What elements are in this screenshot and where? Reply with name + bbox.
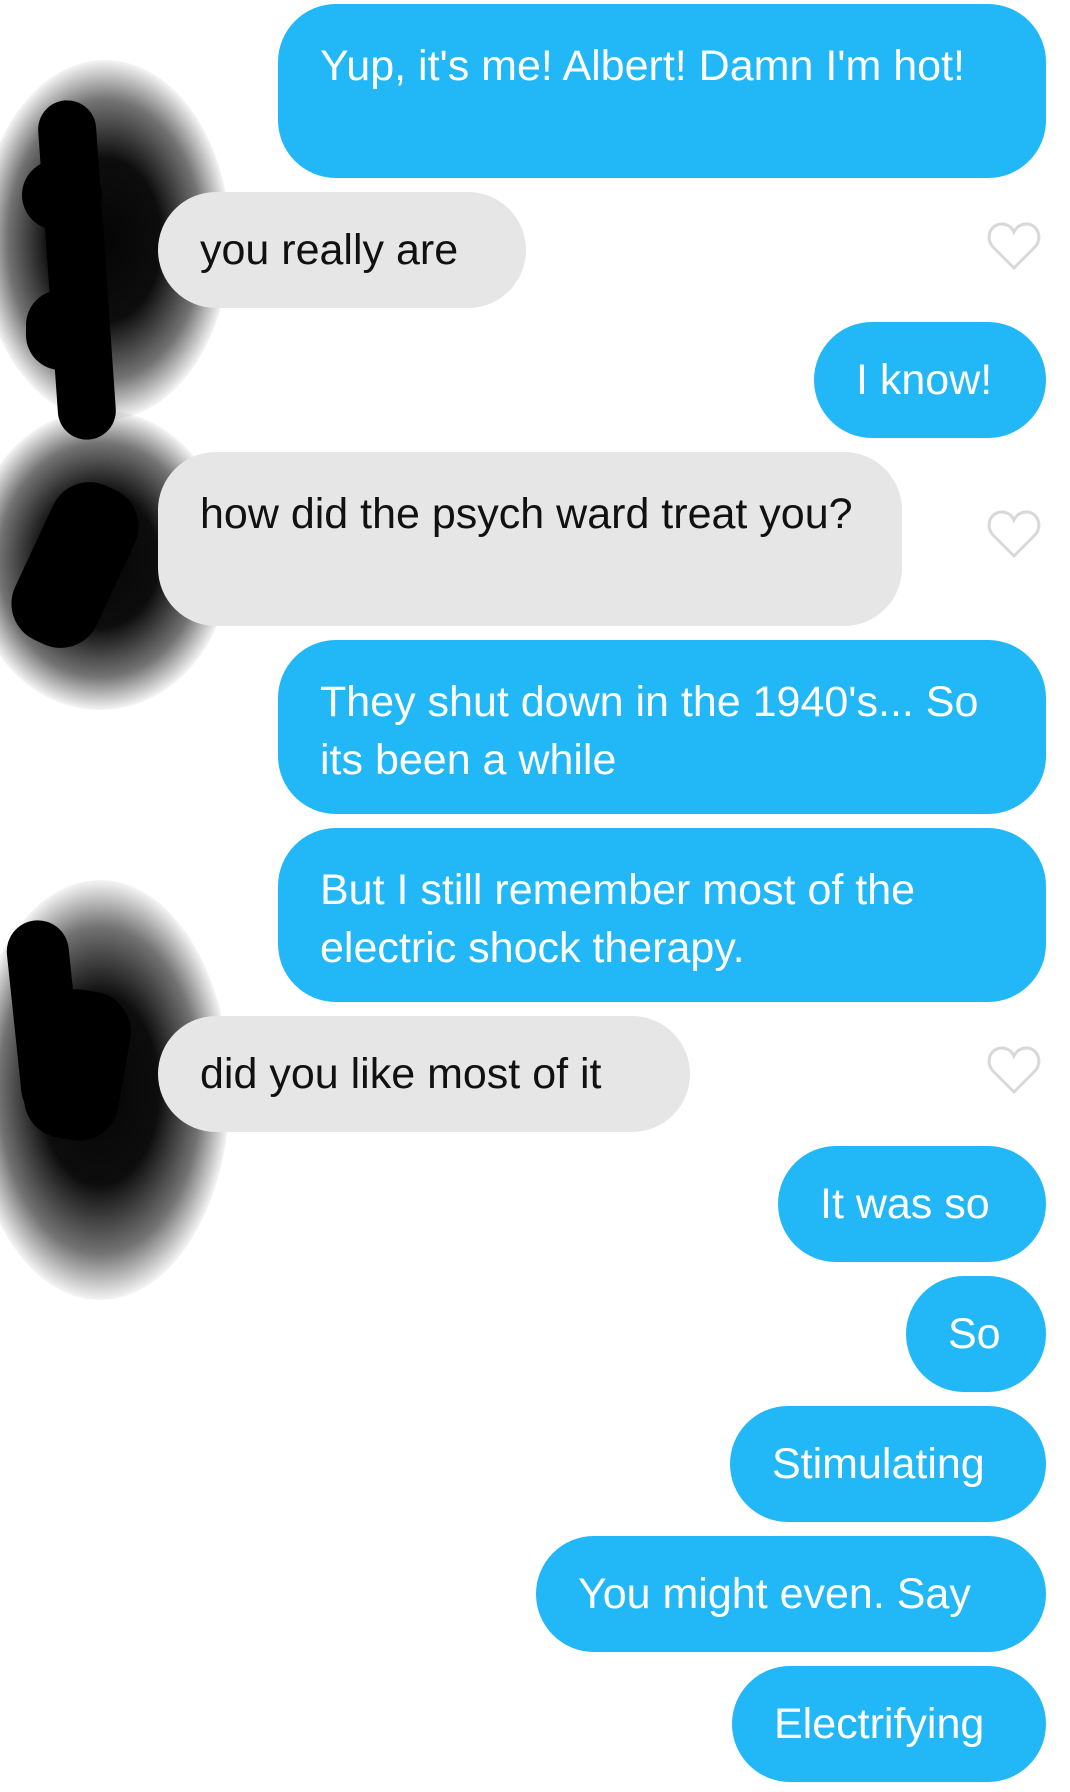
message-bubble-received[interactable]: did you like most of it — [158, 1016, 690, 1132]
message-bubble-sent[interactable]: It was so — [778, 1146, 1046, 1262]
heart-icon[interactable] — [986, 220, 1042, 272]
message-bubble-sent[interactable]: You might even. Say — [536, 1536, 1046, 1652]
message-bubble-sent[interactable]: But I still remember most of the electri… — [278, 828, 1046, 1002]
message-bubble-sent[interactable]: So — [906, 1276, 1046, 1392]
message-bubble-received[interactable]: you really are — [158, 192, 526, 308]
message-bubble-sent[interactable]: Stimulating — [730, 1406, 1046, 1522]
message-bubble-sent[interactable]: They shut down in the 1940's... So its b… — [278, 640, 1046, 814]
heart-icon[interactable] — [986, 508, 1042, 560]
message-bubble-sent[interactable]: Yup, it's me! Albert! Damn I'm hot! — [278, 4, 1046, 178]
heart-icon[interactable] — [986, 1044, 1042, 1096]
message-bubble-sent[interactable]: Electrifying — [732, 1666, 1046, 1782]
message-bubble-sent[interactable]: I know! — [814, 322, 1046, 438]
message-thread: Yup, it's me! Albert! Damn I'm hot! you … — [0, 0, 1070, 1792]
message-bubble-received[interactable]: how did the psych ward treat you? — [158, 452, 902, 626]
